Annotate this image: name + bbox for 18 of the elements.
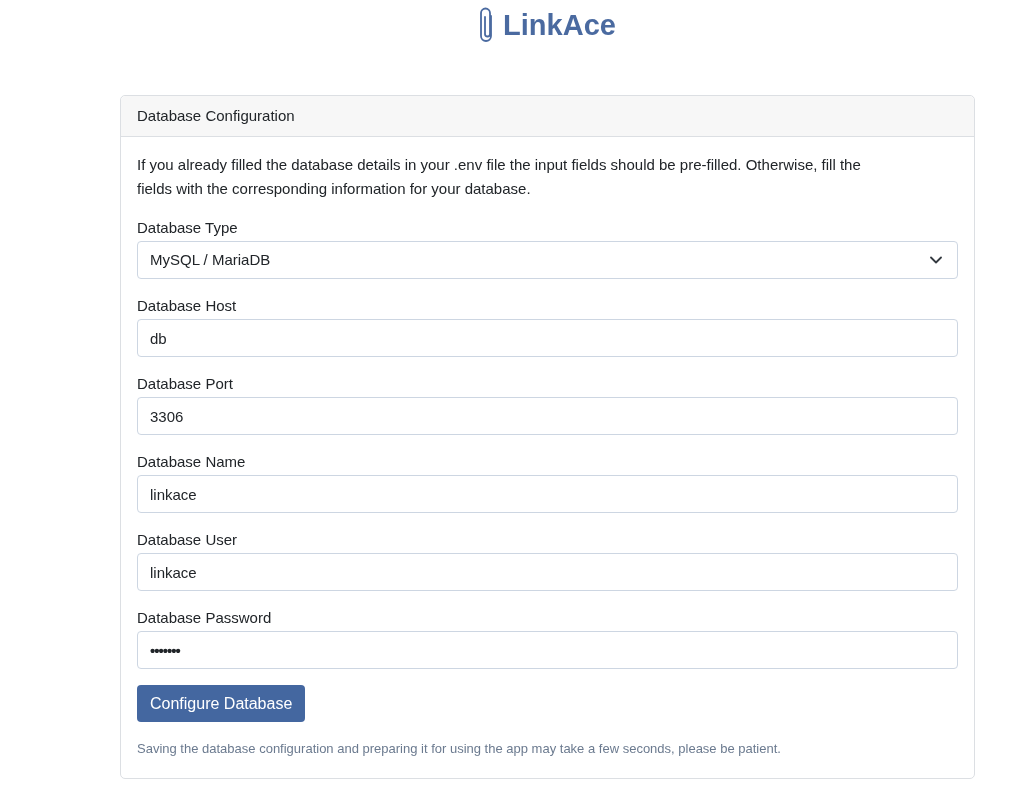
select-field[interactable]: MySQL / MariaDB <box>137 241 958 279</box>
chevron-down-icon <box>930 256 942 264</box>
field-label: Database Host <box>137 296 238 316</box>
input-field[interactable]: db <box>137 319 958 357</box>
input-field[interactable]: 3306 <box>137 397 958 435</box>
password-field[interactable]: ••••••• <box>137 631 958 669</box>
field-label: Database Password <box>137 608 273 628</box>
card-title: Database Configuration <box>137 105 295 126</box>
input-field[interactable]: linkace <box>137 553 958 591</box>
intro-text: If you already filled the database details in your .env file the input fields should be pre-filled. Otherwise, fill the fields with the corresponding information for your database. <box>137 155 862 199</box>
input-field[interactable]: linkace <box>137 475 958 513</box>
field-label: Database User <box>137 530 239 550</box>
field-label: Database Type <box>137 218 239 238</box>
configure-database-button[interactable]: Configure Database <box>137 685 306 722</box>
field-label: Database Port <box>137 374 234 394</box>
logo-text: LinkAce <box>503 10 616 40</box>
note-text: Saving the database configuration and preparing it for using the app may take a few seconds, please be patient. <box>137 740 782 758</box>
field-label: Database Name <box>137 452 247 472</box>
